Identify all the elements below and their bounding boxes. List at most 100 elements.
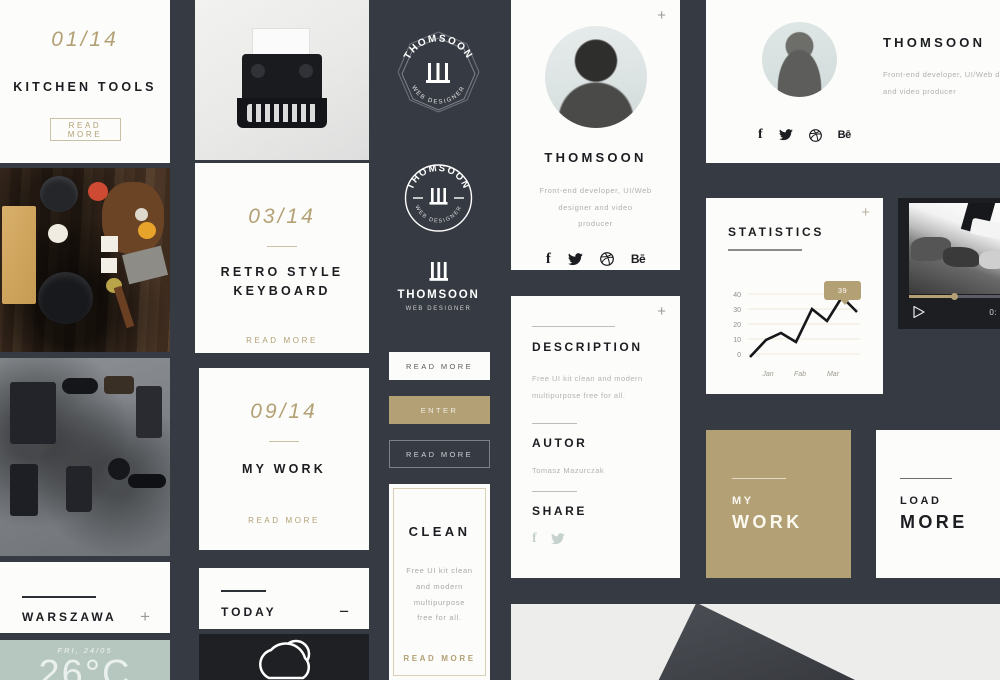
logo-stacked: THOMSOON WEB DESIGNER — [391, 258, 486, 320]
tile-my-work[interactable]: MY WORK — [706, 430, 851, 578]
video-player[interactable]: 0: — [898, 198, 1000, 329]
avatar — [544, 26, 647, 128]
svg-text:10: 10 — [733, 337, 741, 344]
logo-badge-octagon: THOMSOON WEB DESIGNER — [381, 30, 496, 142]
profile-bio-2: designer and video — [558, 202, 633, 212]
cloud-sun-icon — [259, 639, 311, 680]
slide-card-my-work[interactable]: 09/14 MY WORK READ MORE — [199, 368, 369, 550]
svg-text:WEB DESIGNER: WEB DESIGNER — [413, 205, 463, 225]
weather-temperature: 26°C — [38, 653, 132, 680]
video-time-label: 0: — [989, 308, 997, 317]
slide-card-retro-keyboard[interactable]: 03/14 RETRO STYLE KEYBOARD READ MORE — [195, 163, 369, 353]
plus-icon[interactable]: + — [657, 8, 666, 23]
description-card: + DESCRIPTION Free UI kit clean and mode… — [511, 296, 680, 578]
chart-tooltip-arrow — [840, 299, 850, 305]
statistics-title: STATISTICS — [728, 225, 825, 239]
svg-text:WEB DESIGNER: WEB DESIGNER — [406, 306, 472, 312]
profile-bio-2: and video producer — [883, 87, 957, 97]
svg-text:WEB DESIGNER: WEB DESIGNER — [410, 85, 467, 106]
weather-card-warszawa-body: FRI, 24/05 26°C — [0, 640, 170, 680]
video-progress-handle[interactable] — [950, 293, 958, 300]
minus-icon[interactable]: − — [339, 603, 349, 620]
svg-text:THOMSOON: THOMSOON — [405, 163, 472, 192]
video-progress-track[interactable] — [909, 293, 1000, 300]
weather-card-today-header[interactable]: TODAY − — [199, 568, 369, 629]
svg-text:30: 30 — [733, 307, 741, 314]
twitter-icon[interactable] — [778, 129, 793, 141]
twitter-icon[interactable] — [567, 252, 583, 266]
clean-card-title: CLEAN — [408, 524, 471, 539]
profile-bio-1: Front-end developer, UI/Web des — [883, 70, 1000, 79]
twitter-icon[interactable] — [550, 532, 565, 545]
facebook-icon[interactable]: f — [532, 531, 537, 547]
heading-autor: AUTOR — [532, 435, 588, 450]
facebook-icon[interactable]: f — [758, 127, 763, 143]
read-more-button[interactable]: READ MORE — [49, 118, 121, 141]
heading-description: DESCRIPTION — [532, 340, 643, 354]
description-text-2: multipurpose free for all. — [532, 391, 626, 401]
divider — [532, 422, 577, 424]
chart-tooltip-value: 39 — [837, 286, 848, 295]
photo-desk-flatlay — [0, 358, 170, 556]
read-more-button-outline[interactable]: READ MORE — [389, 440, 490, 468]
slide-number: 09/14 — [250, 400, 318, 423]
plus-icon[interactable]: + — [861, 205, 870, 220]
plus-icon[interactable]: + — [657, 304, 666, 319]
svg-text:20: 20 — [733, 322, 741, 329]
autor-name: Tomasz Mazurczak — [532, 465, 605, 475]
behance-icon[interactable]: Bē — [631, 252, 646, 266]
tile-label-line1: LOAD — [900, 495, 942, 507]
slide-card-kitchen-tools[interactable]: 01/14 KITCHEN TOOLS READ MORE — [0, 0, 170, 163]
enter-button[interactable]: ENTER — [389, 396, 490, 424]
profile-bio-3: producer — [578, 219, 613, 228]
statistics-card: + STATISTICS 40 30 20 10 0 Jan Fab Mar 3… — [706, 198, 883, 394]
play-icon[interactable] — [912, 305, 926, 319]
tile-load-more[interactable]: LOAD MORE — [876, 430, 1000, 578]
tile-label-line2: MORE — [900, 512, 968, 532]
divider — [728, 249, 802, 251]
profile-card: + THOMSOON Front-end developer, UI/Web d… — [511, 0, 680, 270]
behance-icon[interactable]: Bē — [838, 129, 852, 141]
dribbble-icon[interactable] — [599, 252, 614, 266]
slide-number: 03/14 — [248, 205, 316, 228]
slide-title-line1: RETRO STYLE — [220, 265, 344, 279]
profile-name: THOMSOON — [544, 150, 647, 165]
weather-city-label: WARSZAWA — [22, 609, 117, 624]
description-text-1: Free UI kit clean and modern — [532, 374, 643, 383]
heading-share: SHARE — [532, 503, 588, 518]
ui-kit-board: 01/14 KITCHEN TOOLS READ MORE WARSZAWA +… — [0, 0, 1000, 680]
video-thumbnail — [909, 203, 1000, 294]
divider — [732, 478, 786, 479]
clean-card[interactable]: CLEAN Free UI kit clean and modern multi… — [389, 484, 490, 680]
read-more-link[interactable]: READ MORE — [195, 336, 369, 345]
read-more-link[interactable]: READ MORE — [199, 516, 369, 525]
clean-card-body-1: Free UI kit clean — [406, 566, 473, 575]
video-progress-fill — [909, 295, 953, 298]
photo-typewriter — [195, 0, 369, 160]
divider — [269, 441, 299, 442]
slide-title: KITCHEN TOOLS — [13, 80, 157, 94]
plus-icon[interactable]: + — [140, 608, 150, 625]
svg-text:Jan: Jan — [761, 371, 773, 378]
read-more-link[interactable]: READ MORE — [389, 654, 490, 663]
read-more-label: READ MORE — [67, 120, 103, 139]
chart-x-axis-labels: Jan Fab Mar — [761, 371, 839, 378]
button-label: READ MORE — [405, 449, 474, 459]
photo-kitchen-tools — [0, 168, 170, 352]
read-more-button-light[interactable]: READ MORE — [389, 352, 490, 380]
slide-title: MY WORK — [242, 462, 326, 476]
clean-card-body-2: and modern — [415, 581, 464, 591]
clean-card-body-3: multipurpose — [413, 597, 466, 607]
chart-tooltip: 39 — [824, 281, 861, 300]
slide-number: 01/14 — [51, 28, 119, 51]
weather-card-warszawa-header[interactable]: WARSZAWA + — [0, 562, 170, 633]
divider — [532, 490, 577, 492]
tile-label-line2: WORK — [732, 512, 803, 532]
weather-card-today-body — [199, 634, 369, 680]
facebook-icon[interactable]: f — [546, 251, 551, 268]
profile-name: THOMSOON — [883, 35, 986, 50]
slide-title-line2: KEYBOARD — [233, 283, 331, 298]
dribbble-icon[interactable] — [808, 128, 822, 142]
divider — [532, 326, 615, 327]
preview-shape — [643, 604, 859, 680]
